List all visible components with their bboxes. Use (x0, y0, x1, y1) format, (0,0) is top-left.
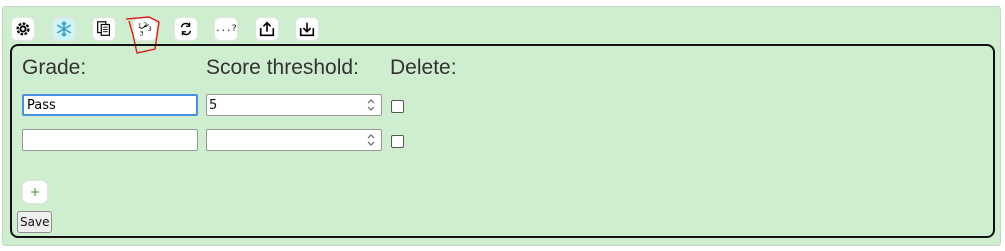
delete-checkbox[interactable] (391, 100, 404, 113)
grade-input[interactable] (22, 129, 198, 151)
add-row-button[interactable]: + (22, 180, 48, 204)
svg-text:3: 3 (140, 30, 144, 37)
download-icon (299, 22, 315, 37)
snowflake-icon (56, 21, 72, 37)
refresh-icon (180, 22, 192, 36)
import-button[interactable] (295, 17, 319, 41)
sort-button[interactable]: 1 2 3 3 (133, 17, 157, 41)
export-button[interactable] (255, 17, 279, 41)
settings-button[interactable] (11, 17, 35, 41)
threshold-value: 5 (209, 98, 218, 113)
svg-text:3: 3 (148, 26, 152, 33)
upload-icon (259, 21, 275, 37)
freeze-button[interactable] (52, 17, 76, 41)
delete-checkbox[interactable] (391, 135, 404, 148)
score-threshold-header: Score threshold: (206, 56, 359, 79)
copy-button[interactable] (92, 17, 116, 41)
grade-header: Grade: (22, 56, 87, 79)
grade-input[interactable] (22, 94, 198, 116)
delete-header: Delete: (390, 56, 457, 79)
refresh-button[interactable] (174, 17, 198, 41)
more-options-button[interactable]: ...? (214, 17, 238, 41)
sort-numbers-icon: 1 2 3 3 (138, 22, 152, 37)
more-label: ...? (215, 24, 237, 34)
copy-icon (97, 21, 110, 36)
threshold-input[interactable] (206, 129, 382, 151)
add-label: + (29, 185, 41, 199)
gear-icon (16, 22, 30, 36)
grades-editor: 1 2 3 3 ...? Grade: Score threshold: Del… (2, 6, 1001, 246)
grades-panel: Grade: Score threshold: Delete: 5 + Save (10, 44, 995, 238)
spinner-icon[interactable] (366, 98, 376, 112)
save-button[interactable]: Save (17, 211, 53, 233)
threshold-input[interactable]: 5 (206, 94, 382, 116)
spinner-icon[interactable] (366, 133, 376, 147)
